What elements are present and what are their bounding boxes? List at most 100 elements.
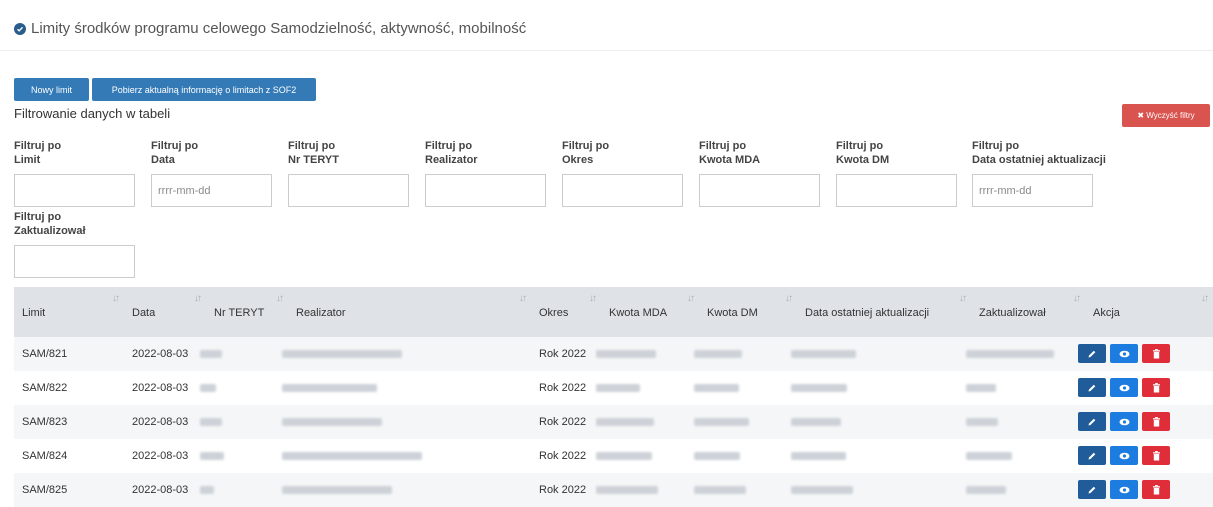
filter-input-nr-teryt[interactable]	[288, 174, 409, 207]
filter-label-field: Data	[151, 154, 175, 166]
filter-label-prefix: Filtruj po	[151, 140, 199, 152]
column-header-label: Kwota MDA	[609, 307, 668, 319]
redacted-value	[596, 384, 640, 392]
redacted-value	[282, 418, 382, 426]
sort-icon[interactable]: ↓↑	[687, 293, 695, 304]
column-header-8[interactable]: Zaktualizował ↓↑	[971, 287, 1085, 337]
cell-okres: Rok 2022	[539, 348, 587, 360]
filter-input-kwota-dm[interactable]	[836, 174, 957, 207]
trash-icon	[1152, 348, 1161, 359]
column-header-4[interactable]: Okres ↓↑	[531, 287, 601, 337]
column-header-9[interactable]: Akcja ↓↑	[1085, 287, 1213, 337]
filter-input-data[interactable]	[151, 174, 272, 207]
eye-button[interactable]	[1110, 344, 1138, 363]
filter-label-field: Kwota MDA	[699, 154, 761, 166]
table-row[interactable]: SAM/825 2022-08-03 Rok 2022	[14, 473, 1213, 507]
sort-icon[interactable]: ↓↑	[1201, 293, 1209, 304]
column-header-5[interactable]: Kwota MDA ↓↑	[601, 287, 699, 337]
table-row[interactable]: SAM/822 2022-08-03 Rok 2022	[14, 371, 1213, 405]
column-header-label: Limit	[22, 307, 46, 319]
cell-limit: SAM/825	[22, 484, 68, 496]
redacted-value	[966, 486, 1006, 494]
table-row[interactable]: SAM/823 2022-08-03 Rok 2022	[14, 405, 1213, 439]
column-header-2[interactable]: Nr TERYT ↓↑	[206, 287, 288, 337]
filter-input-limit[interactable]	[14, 174, 135, 207]
filter-input-realizator[interactable]	[425, 174, 546, 207]
filter-label-field: Data ostatniej aktualizacji	[972, 154, 1106, 166]
column-header-3[interactable]: Realizator ↓↑	[288, 287, 531, 337]
filter-input-okres[interactable]	[562, 174, 683, 207]
sort-icon[interactable]: ↓↑	[276, 293, 284, 304]
trash-button[interactable]	[1142, 378, 1170, 397]
pencil-button[interactable]	[1078, 446, 1106, 465]
pencil-icon	[1087, 417, 1097, 427]
clear-filters-button[interactable]: ✖ Wyczyść filtry	[1122, 104, 1210, 127]
sort-icon[interactable]: ↓↑	[112, 293, 120, 304]
pencil-button[interactable]	[1078, 378, 1106, 397]
column-header-1[interactable]: Data ↓↑	[124, 287, 206, 337]
table-header: Limit ↓↑ Data ↓↑ Nr TERYT ↓↑ Realizator ↓↑ Okres…	[14, 287, 1213, 337]
column-header-0[interactable]: Limit ↓↑	[14, 287, 124, 337]
trash-icon	[1152, 450, 1161, 461]
sort-icon[interactable]: ↓↑	[519, 293, 527, 304]
eye-button[interactable]	[1110, 446, 1138, 465]
filter-label-prefix: Filtruj po	[699, 140, 747, 152]
pencil-icon	[1087, 349, 1097, 359]
redacted-value	[200, 350, 222, 358]
trash-button[interactable]	[1142, 344, 1170, 363]
eye-icon	[1119, 418, 1130, 426]
redacted-value	[200, 486, 214, 494]
pencil-icon	[1087, 451, 1097, 461]
filters-section-title: Filtrowanie danych w tabeli	[14, 106, 171, 121]
sort-icon[interactable]: ↓↑	[785, 293, 793, 304]
redacted-value	[791, 486, 853, 494]
filter-label-data-ostatniej-aktualizacji: Filtruj po Data ostatniej aktualizacji	[972, 139, 1106, 167]
redacted-value	[282, 452, 422, 460]
pencil-button[interactable]	[1078, 412, 1106, 431]
redacted-value	[791, 384, 847, 392]
redacted-value	[282, 384, 377, 392]
fetch-sof2-button[interactable]: Pobierz aktualną informację o limitach z…	[92, 78, 316, 101]
redacted-value	[596, 350, 656, 358]
filter-label-field: Kwota DM	[836, 154, 890, 166]
filter-input-data-ostatniej-aktualizacji[interactable]	[972, 174, 1093, 207]
column-header-label: Zaktualizował	[979, 307, 1046, 319]
page-title: Limity środków programu celowego Samodzi…	[14, 20, 526, 37]
filter-label-prefix: Filtruj po	[14, 211, 62, 223]
filter-label-field: Nr TERYT	[288, 154, 339, 166]
filter-input-zaktualizował[interactable]	[14, 245, 135, 278]
sort-icon[interactable]: ↓↑	[194, 293, 202, 304]
column-header-6[interactable]: Kwota DM ↓↑	[699, 287, 797, 337]
sort-icon[interactable]: ↓↑	[589, 293, 597, 304]
filter-label-zaktualizował: Filtruj po Zaktualizował	[14, 210, 86, 238]
eye-button[interactable]	[1110, 378, 1138, 397]
redacted-value	[791, 418, 841, 426]
table-row[interactable]: SAM/821 2022-08-03 Rok 2022	[14, 337, 1213, 371]
column-header-label: Data ostatniej aktualizacji	[805, 307, 930, 319]
eye-icon	[1119, 384, 1130, 392]
column-header-7[interactable]: Data ostatniej aktualizacji ↓↑	[797, 287, 971, 337]
filter-input-kwota-mda[interactable]	[699, 174, 820, 207]
sort-icon[interactable]: ↓↑	[959, 293, 967, 304]
trash-button[interactable]	[1142, 446, 1170, 465]
table-row[interactable]: SAM/824 2022-08-03 Rok 2022	[14, 439, 1213, 473]
filter-label-okres: Filtruj po Okres	[562, 139, 609, 167]
new-limit-button[interactable]: Nowy limit	[14, 78, 89, 101]
cell-data: 2022-08-03	[132, 382, 189, 394]
trash-button[interactable]	[1142, 480, 1170, 499]
pencil-button[interactable]	[1078, 344, 1106, 363]
cell-limit: SAM/823	[22, 416, 68, 428]
page-title-text: Limity środków programu celowego Samodzi…	[31, 20, 527, 37]
filter-label-data: Filtruj po Data	[151, 139, 198, 167]
pencil-icon	[1087, 383, 1097, 393]
filter-label-prefix: Filtruj po	[425, 140, 473, 152]
pencil-button[interactable]	[1078, 480, 1106, 499]
column-header-label: Data	[132, 307, 156, 319]
trash-button[interactable]	[1142, 412, 1170, 431]
eye-button[interactable]	[1110, 412, 1138, 431]
redacted-value	[694, 418, 749, 426]
sort-icon[interactable]: ↓↑	[1073, 293, 1081, 304]
pencil-icon	[1087, 485, 1097, 495]
redacted-value	[596, 452, 652, 460]
eye-button[interactable]	[1110, 480, 1138, 499]
